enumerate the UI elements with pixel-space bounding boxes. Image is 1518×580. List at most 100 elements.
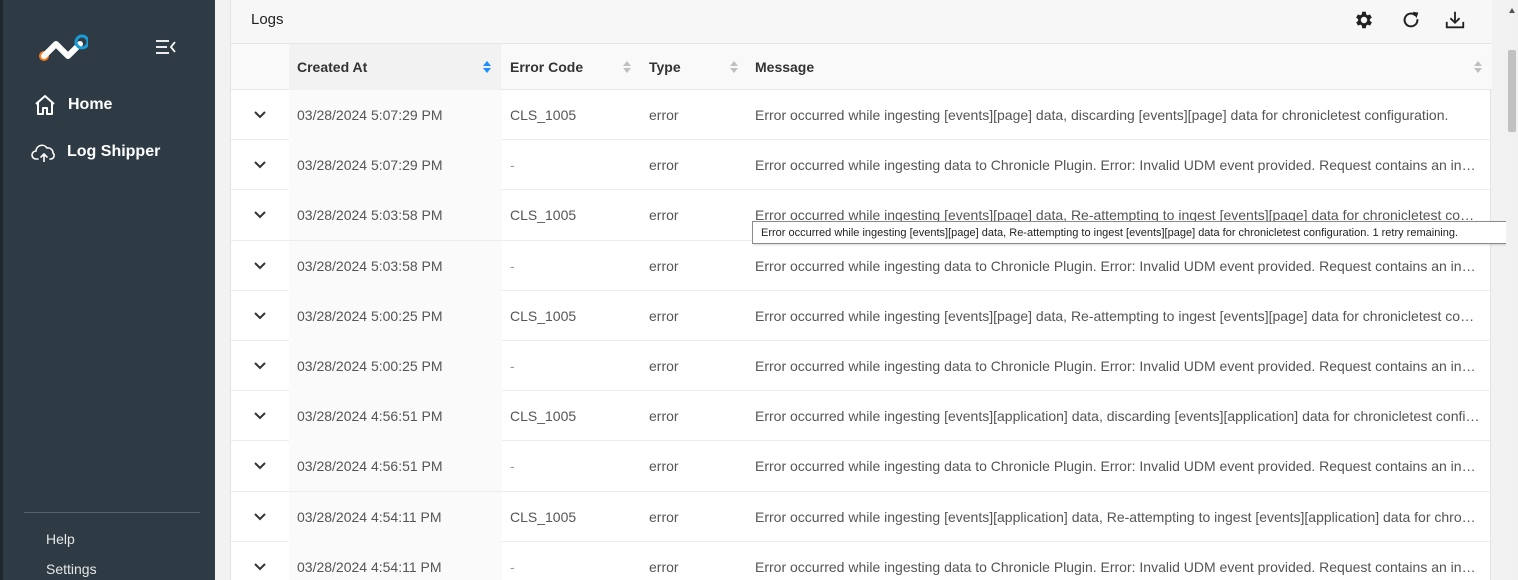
cell-error-code: CLS_1005 xyxy=(510,508,577,525)
message-tooltip: Error occurred while ingesting [events][… xyxy=(752,221,1518,244)
cell-message[interactable]: Error occurred while ingesting data to C… xyxy=(747,542,1487,580)
panel-title: Logs xyxy=(251,11,284,28)
column-label-type: Type xyxy=(649,59,681,75)
table-row[interactable]: 03/28/2024 5:00:25 PM CLS_1005 error Err… xyxy=(231,290,1492,341)
vertical-scrollbar[interactable] xyxy=(1506,0,1518,580)
table-body: 03/28/2024 5:07:29 PM CLS_1005 error Err… xyxy=(231,90,1492,580)
table-row[interactable]: 03/28/2024 4:56:51 PM CLS_1005 error Err… xyxy=(231,391,1492,442)
chevron-down-icon[interactable] xyxy=(247,90,273,140)
cell-message[interactable]: Error occurred while ingesting [events][… xyxy=(747,291,1487,341)
message-text: Error occurred while ingesting data to C… xyxy=(755,357,1481,374)
cell-type: error xyxy=(649,257,679,274)
cell-type: error xyxy=(649,157,679,174)
sort-icon-active[interactable] xyxy=(482,59,492,75)
table-row[interactable]: 03/28/2024 4:54:11 PM CLS_1005 error Err… xyxy=(231,491,1492,542)
sort-icon[interactable] xyxy=(1473,59,1483,75)
message-text: Error occurred while ingesting [events][… xyxy=(755,408,1481,425)
scrollbar-thumb[interactable] xyxy=(1508,50,1516,132)
refresh-icon[interactable] xyxy=(1399,8,1423,32)
cell-created-at: 03/28/2024 5:00:25 PM xyxy=(289,340,502,391)
cell-type: error xyxy=(649,357,679,374)
column-created-at[interactable]: Created At xyxy=(289,44,501,90)
column-label-message: Message xyxy=(755,59,815,75)
gear-icon[interactable] xyxy=(1352,8,1376,32)
nav-item-log-shipper[interactable]: Log Shipper xyxy=(31,138,160,166)
sidebar: Home Log Shipper Help Settings xyxy=(0,0,215,580)
chevron-down-icon[interactable] xyxy=(247,241,273,291)
table-row[interactable]: 03/28/2024 5:03:58 PM - error Error occu… xyxy=(231,240,1492,291)
chevron-down-icon[interactable] xyxy=(247,291,273,341)
cell-created-at: 03/28/2024 5:00:25 PM xyxy=(289,290,502,341)
cell-error-code: - xyxy=(510,558,515,575)
chevron-down-icon[interactable] xyxy=(247,492,273,542)
column-type[interactable]: Type xyxy=(641,44,747,90)
cell-message[interactable]: Error occurred while ingesting [events][… xyxy=(747,391,1487,441)
chevron-down-icon[interactable] xyxy=(247,441,273,491)
cell-message[interactable]: Error occurred while ingesting data to C… xyxy=(747,140,1487,190)
message-text: Error occurred while ingesting data to C… xyxy=(755,257,1481,274)
sidebar-divider xyxy=(24,512,200,513)
cell-message[interactable]: Error occurred while ingesting data to C… xyxy=(747,241,1487,291)
cell-message[interactable]: Error occurred while ingesting data to C… xyxy=(747,441,1487,491)
column-label-error-code: Error Code xyxy=(510,59,584,75)
table-header: Created At Error Code Type Message xyxy=(231,44,1492,90)
cell-message[interactable]: Error occurred while ingesting data to C… xyxy=(747,341,1487,391)
cell-created-at: 03/28/2024 4:56:51 PM xyxy=(289,441,502,492)
cell-error-code: - xyxy=(510,257,515,274)
app-logo[interactable] xyxy=(38,34,90,64)
chevron-down-icon[interactable] xyxy=(247,190,273,240)
cell-error-code: CLS_1005 xyxy=(510,207,577,224)
cell-error-code: - xyxy=(510,157,515,174)
download-icon[interactable] xyxy=(1443,8,1467,32)
nav-item-home[interactable]: Home xyxy=(32,91,112,119)
cell-created-at: 03/28/2024 4:54:11 PM xyxy=(289,541,502,580)
nav-label-home: Home xyxy=(68,96,113,113)
table-row[interactable]: 03/28/2024 5:07:29 PM - error Error occu… xyxy=(231,140,1492,191)
chevron-down-icon[interactable] xyxy=(247,341,273,391)
collapse-sidebar-icon[interactable] xyxy=(154,36,178,58)
cell-created-at: 03/28/2024 4:56:51 PM xyxy=(289,391,502,442)
chevron-down-icon[interactable] xyxy=(247,391,273,441)
table-row[interactable]: 03/28/2024 4:54:11 PM - error Error occu… xyxy=(231,541,1492,580)
chevron-down-icon[interactable] xyxy=(247,140,273,190)
table-row[interactable]: 03/28/2024 4:56:51 PM - error Error occu… xyxy=(231,441,1492,492)
message-text: Error occurred while ingesting [events][… xyxy=(755,307,1481,324)
cell-created-at: 03/28/2024 5:03:58 PM xyxy=(289,240,502,291)
cell-created-at: 03/28/2024 4:54:11 PM xyxy=(289,491,502,542)
column-message[interactable]: Message xyxy=(747,44,1492,90)
cell-type: error xyxy=(649,307,679,324)
cell-error-code: CLS_1005 xyxy=(510,307,577,324)
message-text: Error occurred while ingesting data to C… xyxy=(755,458,1481,475)
cell-type: error xyxy=(649,458,679,475)
nav-label-log-shipper: Log Shipper xyxy=(67,143,161,160)
cell-message[interactable]: Error occurred while ingesting [events][… xyxy=(747,492,1487,542)
message-text: Error occurred while ingesting data to C… xyxy=(755,157,1481,174)
cell-error-code: CLS_1005 xyxy=(510,408,577,425)
table-row[interactable]: 03/28/2024 5:00:25 PM - error Error occu… xyxy=(231,340,1492,392)
cell-type: error xyxy=(649,558,679,575)
home-icon xyxy=(32,92,58,118)
cell-created-at: 03/28/2024 5:07:29 PM xyxy=(289,140,502,191)
table-row[interactable]: 03/28/2024 5:07:29 PM CLS_1005 error Err… xyxy=(231,90,1492,141)
message-text: Error occurred while ingesting [events][… xyxy=(755,508,1481,525)
cell-error-code: - xyxy=(510,357,515,374)
cell-created-at: 03/28/2024 5:03:58 PM xyxy=(289,190,502,241)
help-link[interactable]: Help xyxy=(46,531,75,547)
cell-created-at: 03/28/2024 5:07:29 PM xyxy=(289,90,502,140)
cell-message[interactable]: Error occurred while ingesting [events][… xyxy=(747,90,1487,140)
column-error-code[interactable]: Error Code xyxy=(502,44,641,90)
column-label-created-at: Created At xyxy=(297,59,368,75)
sort-icon[interactable] xyxy=(622,59,632,75)
cell-error-code: - xyxy=(510,458,515,475)
message-text: Error occurred while ingesting data to C… xyxy=(755,558,1481,575)
settings-link[interactable]: Settings xyxy=(46,561,97,577)
cell-type: error xyxy=(649,508,679,525)
sort-icon[interactable] xyxy=(729,59,739,75)
cell-type: error xyxy=(649,107,679,123)
chevron-down-icon[interactable] xyxy=(247,542,273,580)
message-text: Error occurred while ingesting [events][… xyxy=(755,107,1449,123)
cloud-icon xyxy=(31,139,57,165)
app-root: Home Log Shipper Help Settings Logs Crea… xyxy=(0,0,1518,580)
logs-panel: Logs Created At Error Code Type Message … xyxy=(230,0,1492,580)
scroll-up-arrow-icon[interactable] xyxy=(1508,2,1516,13)
